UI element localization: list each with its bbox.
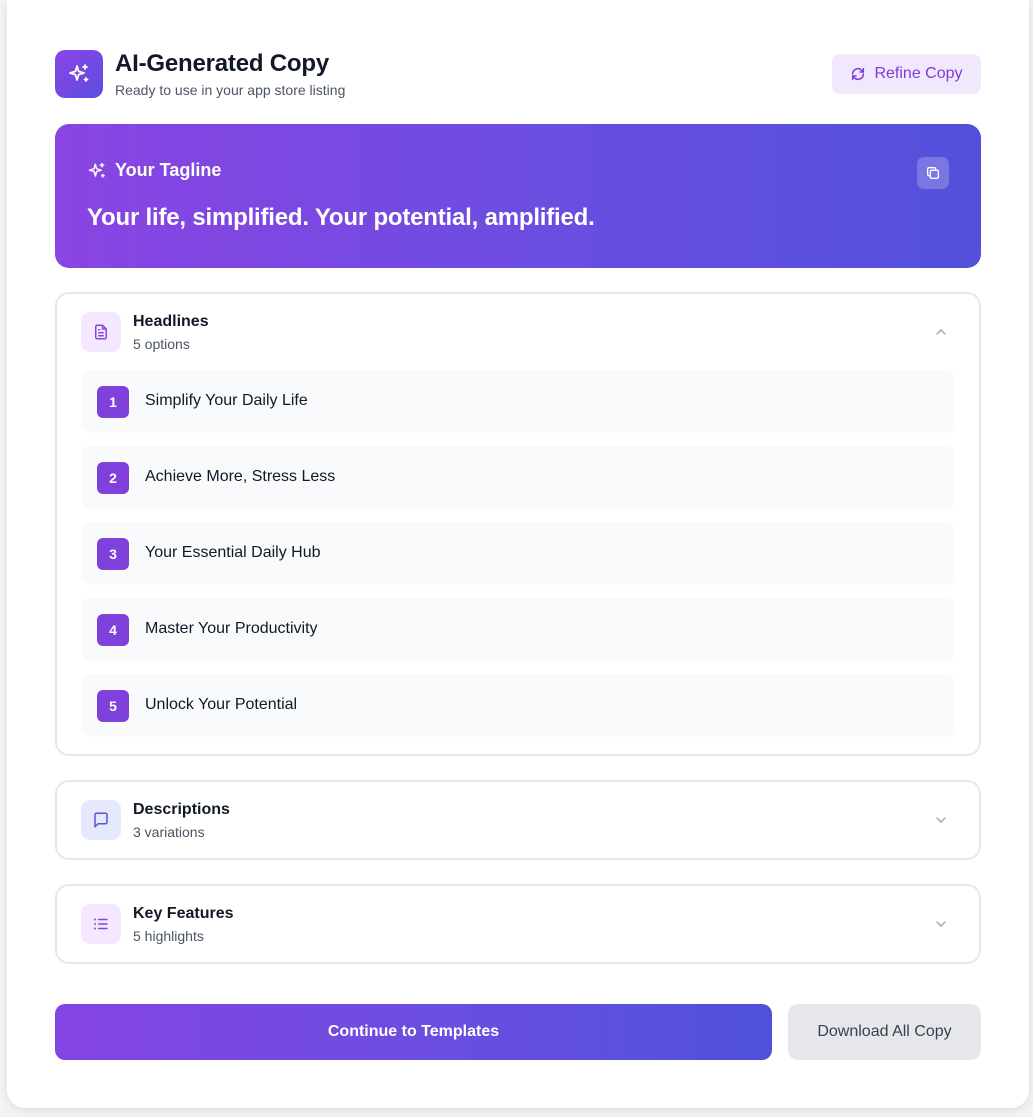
descriptions-count: 3 variations — [133, 824, 205, 840]
headline-item[interactable]: 4 Master Your Productivity — [81, 598, 955, 661]
headline-text: Master Your Productivity — [145, 620, 318, 637]
list-icon — [81, 904, 121, 944]
features-title: Key Features — [133, 905, 234, 922]
copy-tagline-button[interactable] — [917, 157, 949, 189]
page-title: AI-Generated Copy — [115, 50, 329, 77]
headline-text: Achieve More, Stress Less — [145, 468, 336, 485]
copy-icon — [927, 167, 939, 179]
descriptions-title: Descriptions — [133, 801, 230, 818]
tagline-text: Your life, simplified. Your potential, a… — [87, 204, 595, 231]
headline-text: Your Essential Daily Hub — [145, 544, 321, 561]
headlines-section: Headlines 5 options 1 Simplify Your Dail… — [55, 292, 981, 756]
headline-text: Simplify Your Daily Life — [145, 392, 308, 409]
tagline-label: Your Tagline — [87, 160, 221, 181]
headlines-header[interactable]: Headlines 5 options — [81, 312, 955, 352]
headlines-count: 5 options — [133, 336, 190, 352]
document-icon — [81, 312, 121, 352]
ai-copy-card: AI-Generated Copy Ready to use in your a… — [7, 0, 1029, 1108]
headline-number: 5 — [97, 690, 129, 722]
sparkles-icon — [88, 162, 105, 178]
header: AI-Generated Copy Ready to use in your a… — [55, 50, 981, 100]
headlines-title: Headlines — [133, 313, 209, 330]
tagline-label-text: Your Tagline — [115, 160, 222, 180]
continue-to-templates-button[interactable]: Continue to Templates — [55, 1004, 772, 1060]
headline-number: 3 — [97, 538, 129, 570]
page-subtitle: Ready to use in your app store listing — [115, 82, 346, 98]
headline-item[interactable]: 1 Simplify Your Daily Life — [81, 370, 955, 433]
features-header[interactable]: Key Features 5 highlights — [81, 904, 955, 944]
headline-number: 2 — [97, 462, 129, 494]
chevron-up-icon[interactable] — [933, 324, 949, 340]
refine-copy-button[interactable]: Refine Copy — [832, 54, 981, 94]
sparkles-icon — [55, 50, 103, 98]
tagline-banner: Your Tagline Your life, simplified. Your… — [55, 124, 981, 268]
features-section: Key Features 5 highlights — [55, 884, 981, 964]
chat-bubble-icon — [81, 800, 121, 840]
headline-text: Unlock Your Potential — [145, 696, 298, 713]
headline-item[interactable]: 3 Your Essential Daily Hub — [81, 522, 955, 585]
headline-item[interactable]: 5 Unlock Your Potential — [81, 674, 955, 737]
refine-copy-label: Refine Copy — [874, 65, 963, 82]
headline-number: 4 — [97, 614, 129, 646]
descriptions-header[interactable]: Descriptions 3 variations — [81, 800, 955, 840]
descriptions-section: Descriptions 3 variations — [55, 780, 981, 860]
headline-item[interactable]: 2 Achieve More, Stress Less — [81, 446, 955, 509]
refresh-icon — [852, 67, 865, 81]
download-all-copy-button[interactable]: Download All Copy — [788, 1004, 981, 1060]
chevron-down-icon[interactable] — [933, 916, 949, 932]
headline-number: 1 — [97, 386, 129, 418]
chevron-down-icon[interactable] — [933, 812, 949, 828]
features-count: 5 highlights — [133, 928, 204, 944]
